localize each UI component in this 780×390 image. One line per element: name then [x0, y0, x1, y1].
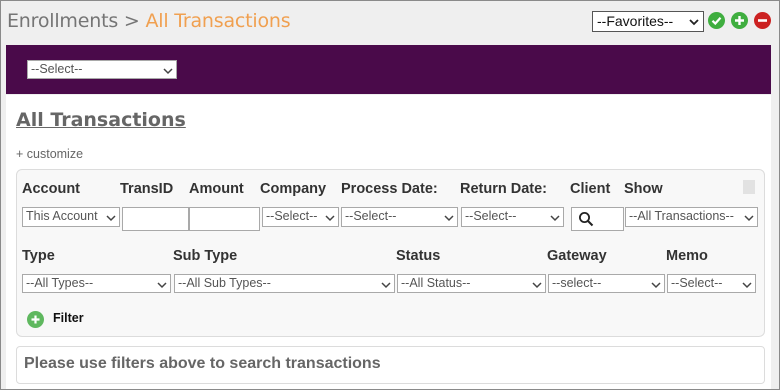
plus-circle-icon[interactable] — [731, 12, 748, 29]
type-select-value: --All Types-- — [26, 276, 94, 290]
return-date-select-value: --Select-- — [465, 209, 517, 223]
company-select[interactable]: --Select-- — [262, 207, 339, 227]
type-select[interactable]: --All Types-- — [22, 274, 171, 293]
favorites-select-value: --Favorites-- — [597, 13, 674, 29]
chevron-down-icon — [651, 282, 661, 289]
chevron-down-icon — [444, 215, 454, 222]
chevron-down-icon — [163, 68, 173, 75]
return-date-header: Return Date: — [460, 181, 548, 197]
gateway-header: Gateway — [547, 248, 607, 264]
check-circle-icon[interactable] — [708, 12, 725, 29]
type-header: Type — [22, 248, 55, 264]
account-select[interactable]: This Account — [22, 207, 120, 227]
company-header: Company — [260, 181, 327, 197]
show-select-value: --All Transactions-- — [629, 209, 734, 223]
chevron-down-icon — [106, 215, 116, 222]
results-panel: Please use filters above to search trans… — [16, 346, 765, 384]
return-date-select[interactable]: --Select-- — [461, 207, 564, 227]
main-content: All Transactions + customize Account Tra… — [6, 95, 771, 389]
chevron-down-icon — [325, 215, 335, 222]
filter-button-label: Filter — [53, 311, 84, 325]
chevron-down-icon — [532, 282, 542, 289]
show-select[interactable]: --All Transactions-- — [625, 207, 758, 227]
gateway-select-value: --select-- — [552, 276, 602, 290]
context-select-value: --Select-- — [31, 62, 83, 76]
chevron-down-icon — [744, 215, 754, 222]
breadcrumb-separator: > — [123, 10, 140, 32]
status-header: Status — [396, 248, 441, 264]
transid-input[interactable] — [122, 207, 189, 231]
status-select-value: --All Status-- — [401, 276, 471, 290]
top-bar: Enrollments > All Transactions --Favorit… — [1, 1, 779, 43]
memo-header: Memo — [666, 248, 708, 264]
account-header: Account — [22, 181, 80, 197]
context-toolbar: --Select-- — [6, 45, 771, 94]
sub-type-select-value: --All Sub Types-- — [178, 276, 271, 290]
status-select[interactable]: --All Status-- — [397, 274, 546, 293]
amount-input[interactable] — [189, 207, 260, 231]
amount-header: Amount — [189, 181, 244, 197]
show-header: Show — [624, 181, 663, 197]
process-date-select[interactable]: --Select-- — [341, 207, 458, 227]
scroll-handle[interactable] — [743, 180, 755, 194]
favorites-select[interactable]: --Favorites-- — [592, 11, 704, 32]
process-date-header: Process Date: — [341, 181, 438, 197]
sub-type-header: Sub Type — [173, 248, 238, 264]
breadcrumb-parent-link[interactable]: Enrollments — [7, 10, 118, 32]
process-date-select-value: --Select-- — [345, 209, 397, 223]
sub-type-select[interactable]: --All Sub Types-- — [174, 274, 395, 293]
customize-link[interactable]: + customize — [16, 147, 83, 161]
page-title: All Transactions — [16, 109, 186, 131]
memo-select[interactable]: --Select-- — [667, 274, 756, 293]
transid-header: TransID — [120, 181, 174, 197]
company-select-value: --Select-- — [266, 209, 318, 223]
chevron-down-icon — [550, 215, 560, 222]
client-search-button[interactable] — [571, 207, 624, 231]
chevron-down-icon — [742, 282, 752, 289]
chevron-down-icon — [689, 19, 699, 26]
results-message: Please use filters above to search trans… — [24, 355, 381, 372]
app-window: Enrollments > All Transactions --Favorit… — [0, 0, 780, 390]
memo-select-value: --Select-- — [671, 276, 723, 290]
filter-panel: Account TransID Amount Company Process D… — [16, 169, 765, 337]
gateway-select[interactable]: --select-- — [548, 274, 665, 293]
context-select[interactable]: --Select-- — [27, 60, 177, 79]
chevron-down-icon — [157, 282, 167, 289]
client-header: Client — [570, 181, 611, 197]
plus-circle-icon — [27, 311, 44, 328]
chevron-down-icon — [381, 282, 391, 289]
minus-circle-icon[interactable] — [754, 12, 771, 29]
breadcrumb-current: All Transactions — [145, 10, 291, 32]
filter-button[interactable]: Filter — [27, 310, 107, 330]
breadcrumb: Enrollments > All Transactions — [7, 10, 291, 32]
search-icon — [579, 212, 594, 227]
account-select-value: This Account — [26, 209, 98, 223]
